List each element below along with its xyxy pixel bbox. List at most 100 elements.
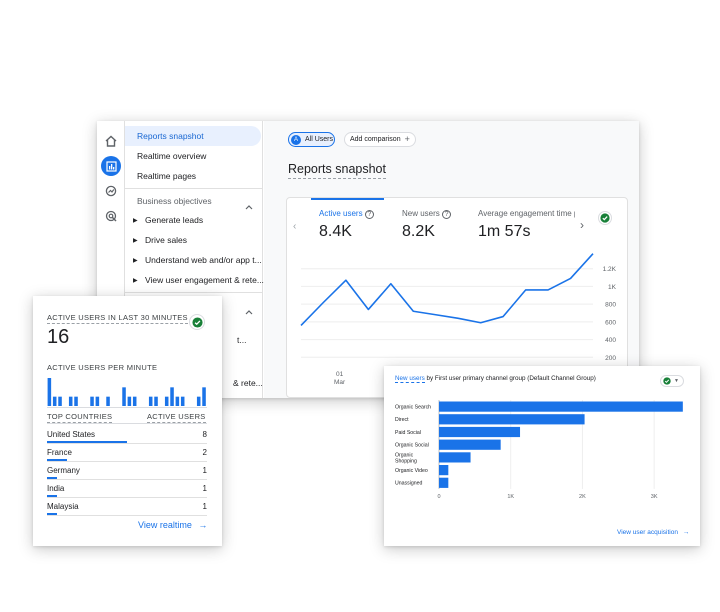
divider [47, 423, 207, 424]
x-tick-month: Mar [334, 379, 346, 386]
explore-icon[interactable] [101, 181, 121, 201]
per-minute-bar[interactable] [202, 387, 206, 406]
realtime-card: ACTIVE USERS IN LAST 30 MINUTES 16 ACTIV… [33, 296, 222, 546]
nav-reports-snapshot[interactable]: Reports snapshot [125, 126, 261, 146]
acquisition-bar-chart: Organic Search Direct Paid Social Organic S… [395, 400, 683, 500]
check-icon [191, 316, 203, 328]
nav-user-engagement[interactable]: View user engagement & rete... [145, 275, 264, 285]
per-minute-bar[interactable] [132, 396, 137, 406]
chevron-up-icon[interactable] [245, 302, 253, 320]
home-icon[interactable] [101, 131, 121, 151]
arrow-right-icon: → [198, 520, 208, 530]
divider [47, 407, 207, 408]
user-acquisition-card: New users by First user primary channel … [384, 366, 700, 546]
reports-icon[interactable] [101, 156, 121, 176]
per-minute-bar[interactable] [196, 396, 201, 406]
per-minute-bar[interactable] [164, 396, 169, 406]
y-tick-label: 800 [605, 302, 616, 309]
x-tick-label: 2K [579, 494, 586, 500]
country-name: France [47, 448, 72, 457]
country-row[interactable]: India 1 [47, 484, 207, 502]
category-label: Organic Social [395, 442, 429, 448]
row-divider [47, 461, 207, 462]
per-minute-bar-chart [47, 378, 206, 406]
country-value: 1 [202, 466, 207, 475]
channel-bar[interactable] [439, 414, 585, 425]
x-tick-label: 3K [651, 494, 658, 500]
channel-bar[interactable] [439, 465, 449, 476]
country-name: Germany [47, 466, 80, 475]
country-row[interactable]: Germany 1 [47, 466, 207, 484]
x-tick-day: 01 [335, 371, 344, 378]
per-minute-bar[interactable] [175, 396, 180, 406]
top-countries-label: TOP COUNTRIES [47, 412, 113, 423]
report-content: A All Users Add comparison + Reports sna… [264, 121, 639, 398]
nav-realtime-overview[interactable]: Realtime overview [125, 146, 263, 166]
per-minute-bar[interactable] [106, 396, 110, 406]
country-value: 1 [202, 484, 207, 493]
per-minute-label: ACTIVE USERS PER MINUTE [47, 363, 158, 372]
per-minute-bar[interactable] [52, 396, 57, 406]
x-axis-date-label: 01 Mar [334, 371, 345, 387]
nav-partial-item[interactable]: t... [237, 335, 246, 345]
country-name: India [47, 484, 65, 493]
nav-generate-leads[interactable]: Generate leads [145, 215, 203, 225]
y-tick-label: 200 [605, 355, 616, 362]
per-minute-bar[interactable] [170, 387, 174, 406]
view-realtime-link[interactable]: View realtime → [138, 520, 207, 530]
per-minute-bar[interactable] [180, 396, 185, 406]
country-row[interactable]: United States 8 [47, 430, 207, 448]
row-divider [47, 479, 207, 480]
per-minute-bar[interactable] [127, 396, 132, 406]
nav-realtime-pages[interactable]: Realtime pages [125, 166, 263, 186]
country-name: Malaysia [47, 502, 79, 511]
realtime-title: ACTIVE USERS IN LAST 30 MINUTES [47, 313, 188, 324]
category-label: Paid Social [395, 430, 421, 436]
per-minute-bar[interactable] [95, 396, 100, 406]
advertising-icon[interactable] [101, 206, 121, 226]
caret-right-icon: ▶ [133, 278, 138, 284]
row-divider [47, 515, 207, 516]
per-minute-bar[interactable] [154, 396, 158, 406]
nav-understand-traffic[interactable]: Understand web and/or app t... [145, 255, 262, 265]
per-minute-bar[interactable] [68, 396, 73, 406]
caret-right-icon: ▶ [133, 238, 138, 244]
arrow-right-icon: → [682, 529, 690, 536]
view-user-acquisition-link[interactable]: View user acquisition → [617, 529, 689, 536]
view-realtime-label: View realtime [138, 520, 192, 530]
channel-bar[interactable] [439, 426, 521, 438]
nav-section-business-objectives: Business objectives [137, 196, 212, 206]
country-name: United States [47, 430, 96, 439]
y-tick-label: 1.2K [603, 266, 617, 273]
segment-letter-badge: A [291, 134, 301, 145]
nav-drive-sales[interactable]: Drive sales [145, 235, 187, 245]
active-users-column-label: ACTIVE USERS [147, 412, 206, 423]
per-minute-bar[interactable] [47, 378, 52, 406]
country-row[interactable]: Malaysia 1 [47, 502, 207, 520]
channel-bar[interactable] [439, 439, 501, 450]
add-comparison-chip[interactable]: Add comparison + [344, 132, 416, 147]
x-tick-label: 0 [437, 494, 440, 500]
per-minute-bar[interactable] [58, 396, 62, 406]
category-label: Organic Video [395, 468, 428, 474]
nav-divider [125, 188, 263, 189]
per-minute-bar[interactable] [90, 396, 94, 406]
per-minute-bar[interactable] [74, 396, 78, 406]
country-value: 1 [202, 502, 207, 511]
chevron-up-icon[interactable] [245, 197, 253, 215]
country-row[interactable]: France 2 [47, 448, 207, 466]
active-users-series-line[interactable] [300, 253, 594, 326]
per-minute-bar[interactable] [148, 396, 153, 406]
nav-partial-item[interactable]: & rete... [233, 378, 263, 388]
channel-bar[interactable] [439, 401, 683, 412]
y-tick-label: 1K [608, 284, 617, 291]
segment-label: All Users [305, 136, 334, 143]
plus-icon: + [404, 134, 410, 144]
category-label: Organic Search [395, 404, 431, 410]
y-tick-label: 600 [605, 319, 616, 326]
channel-bar[interactable] [439, 477, 449, 488]
channel-bar[interactable] [439, 452, 471, 463]
check-badge[interactable] [189, 314, 205, 330]
segment-chip[interactable]: A All Users [288, 132, 335, 147]
per-minute-bar[interactable] [122, 387, 126, 406]
